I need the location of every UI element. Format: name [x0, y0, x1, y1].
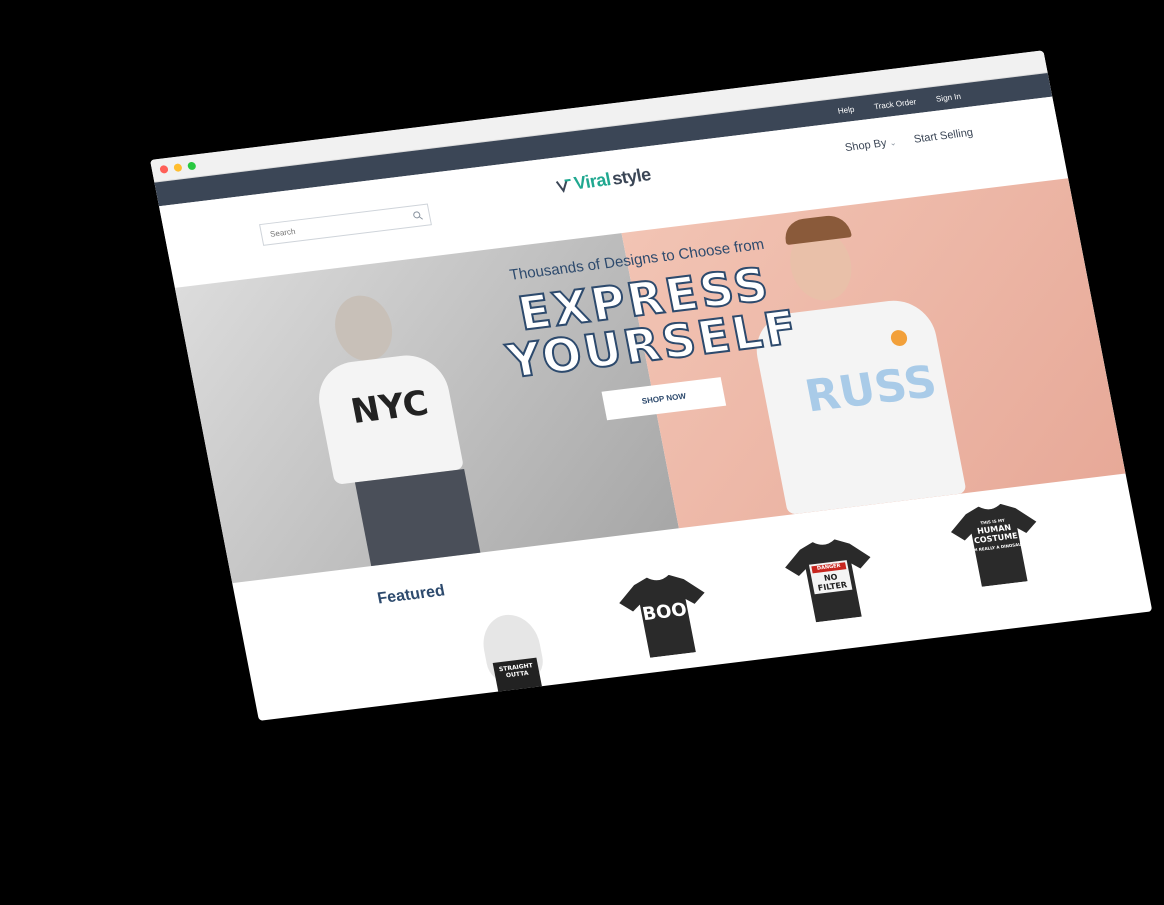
main-nav: Shop By ⌄ Start Selling: [844, 127, 974, 154]
search-icon[interactable]: [412, 210, 424, 221]
product-card-human-costume[interactable]: THIS IS MY HUMAN COSTUME I'M REALLY A DI…: [945, 500, 1050, 590]
maximize-window-dot[interactable]: [187, 161, 197, 171]
product-card-boo[interactable]: BOO: [613, 571, 718, 661]
stage: Help Track Order Sign In Viralstyle: [0, 0, 1164, 905]
track-order-link[interactable]: Track Order: [873, 97, 917, 111]
logo-suffix: style: [610, 164, 653, 189]
featured-heading: Featured: [375, 582, 447, 608]
logo-mark-icon: [555, 178, 571, 193]
woman-jeans: [354, 469, 482, 571]
basketball-graphic: [889, 329, 909, 347]
minimize-window-dot[interactable]: [173, 163, 183, 173]
product-card-no-filter[interactable]: DANGER NO FILTER: [779, 535, 884, 625]
chevron-down-icon: ⌄: [888, 137, 898, 148]
mask-graphic: STRAIGHT OUTTA: [492, 657, 543, 697]
product-label: STRAIGHT OUTTA: [498, 662, 534, 680]
help-link[interactable]: Help: [837, 104, 855, 115]
logo-prefix: Viral: [572, 169, 613, 194]
woman-tee: NYC: [312, 350, 465, 485]
product-card-straight-outta[interactable]: STRAIGHT OUTTA: [458, 610, 563, 700]
close-window-dot[interactable]: [159, 164, 169, 174]
search-input[interactable]: [267, 212, 403, 240]
search-box[interactable]: [259, 203, 432, 246]
woman-head: [329, 292, 398, 365]
nyc-print: NYC: [347, 383, 432, 433]
browser-window: Help Track Order Sign In Viralstyle: [150, 50, 1153, 721]
sign-in-link[interactable]: Sign In: [935, 91, 961, 103]
start-selling-link[interactable]: Start Selling: [913, 127, 974, 146]
site-logo[interactable]: Viral style: [554, 164, 652, 196]
shop-by-menu[interactable]: Shop By ⌄: [844, 136, 897, 154]
shop-by-label: Shop By: [844, 137, 888, 155]
